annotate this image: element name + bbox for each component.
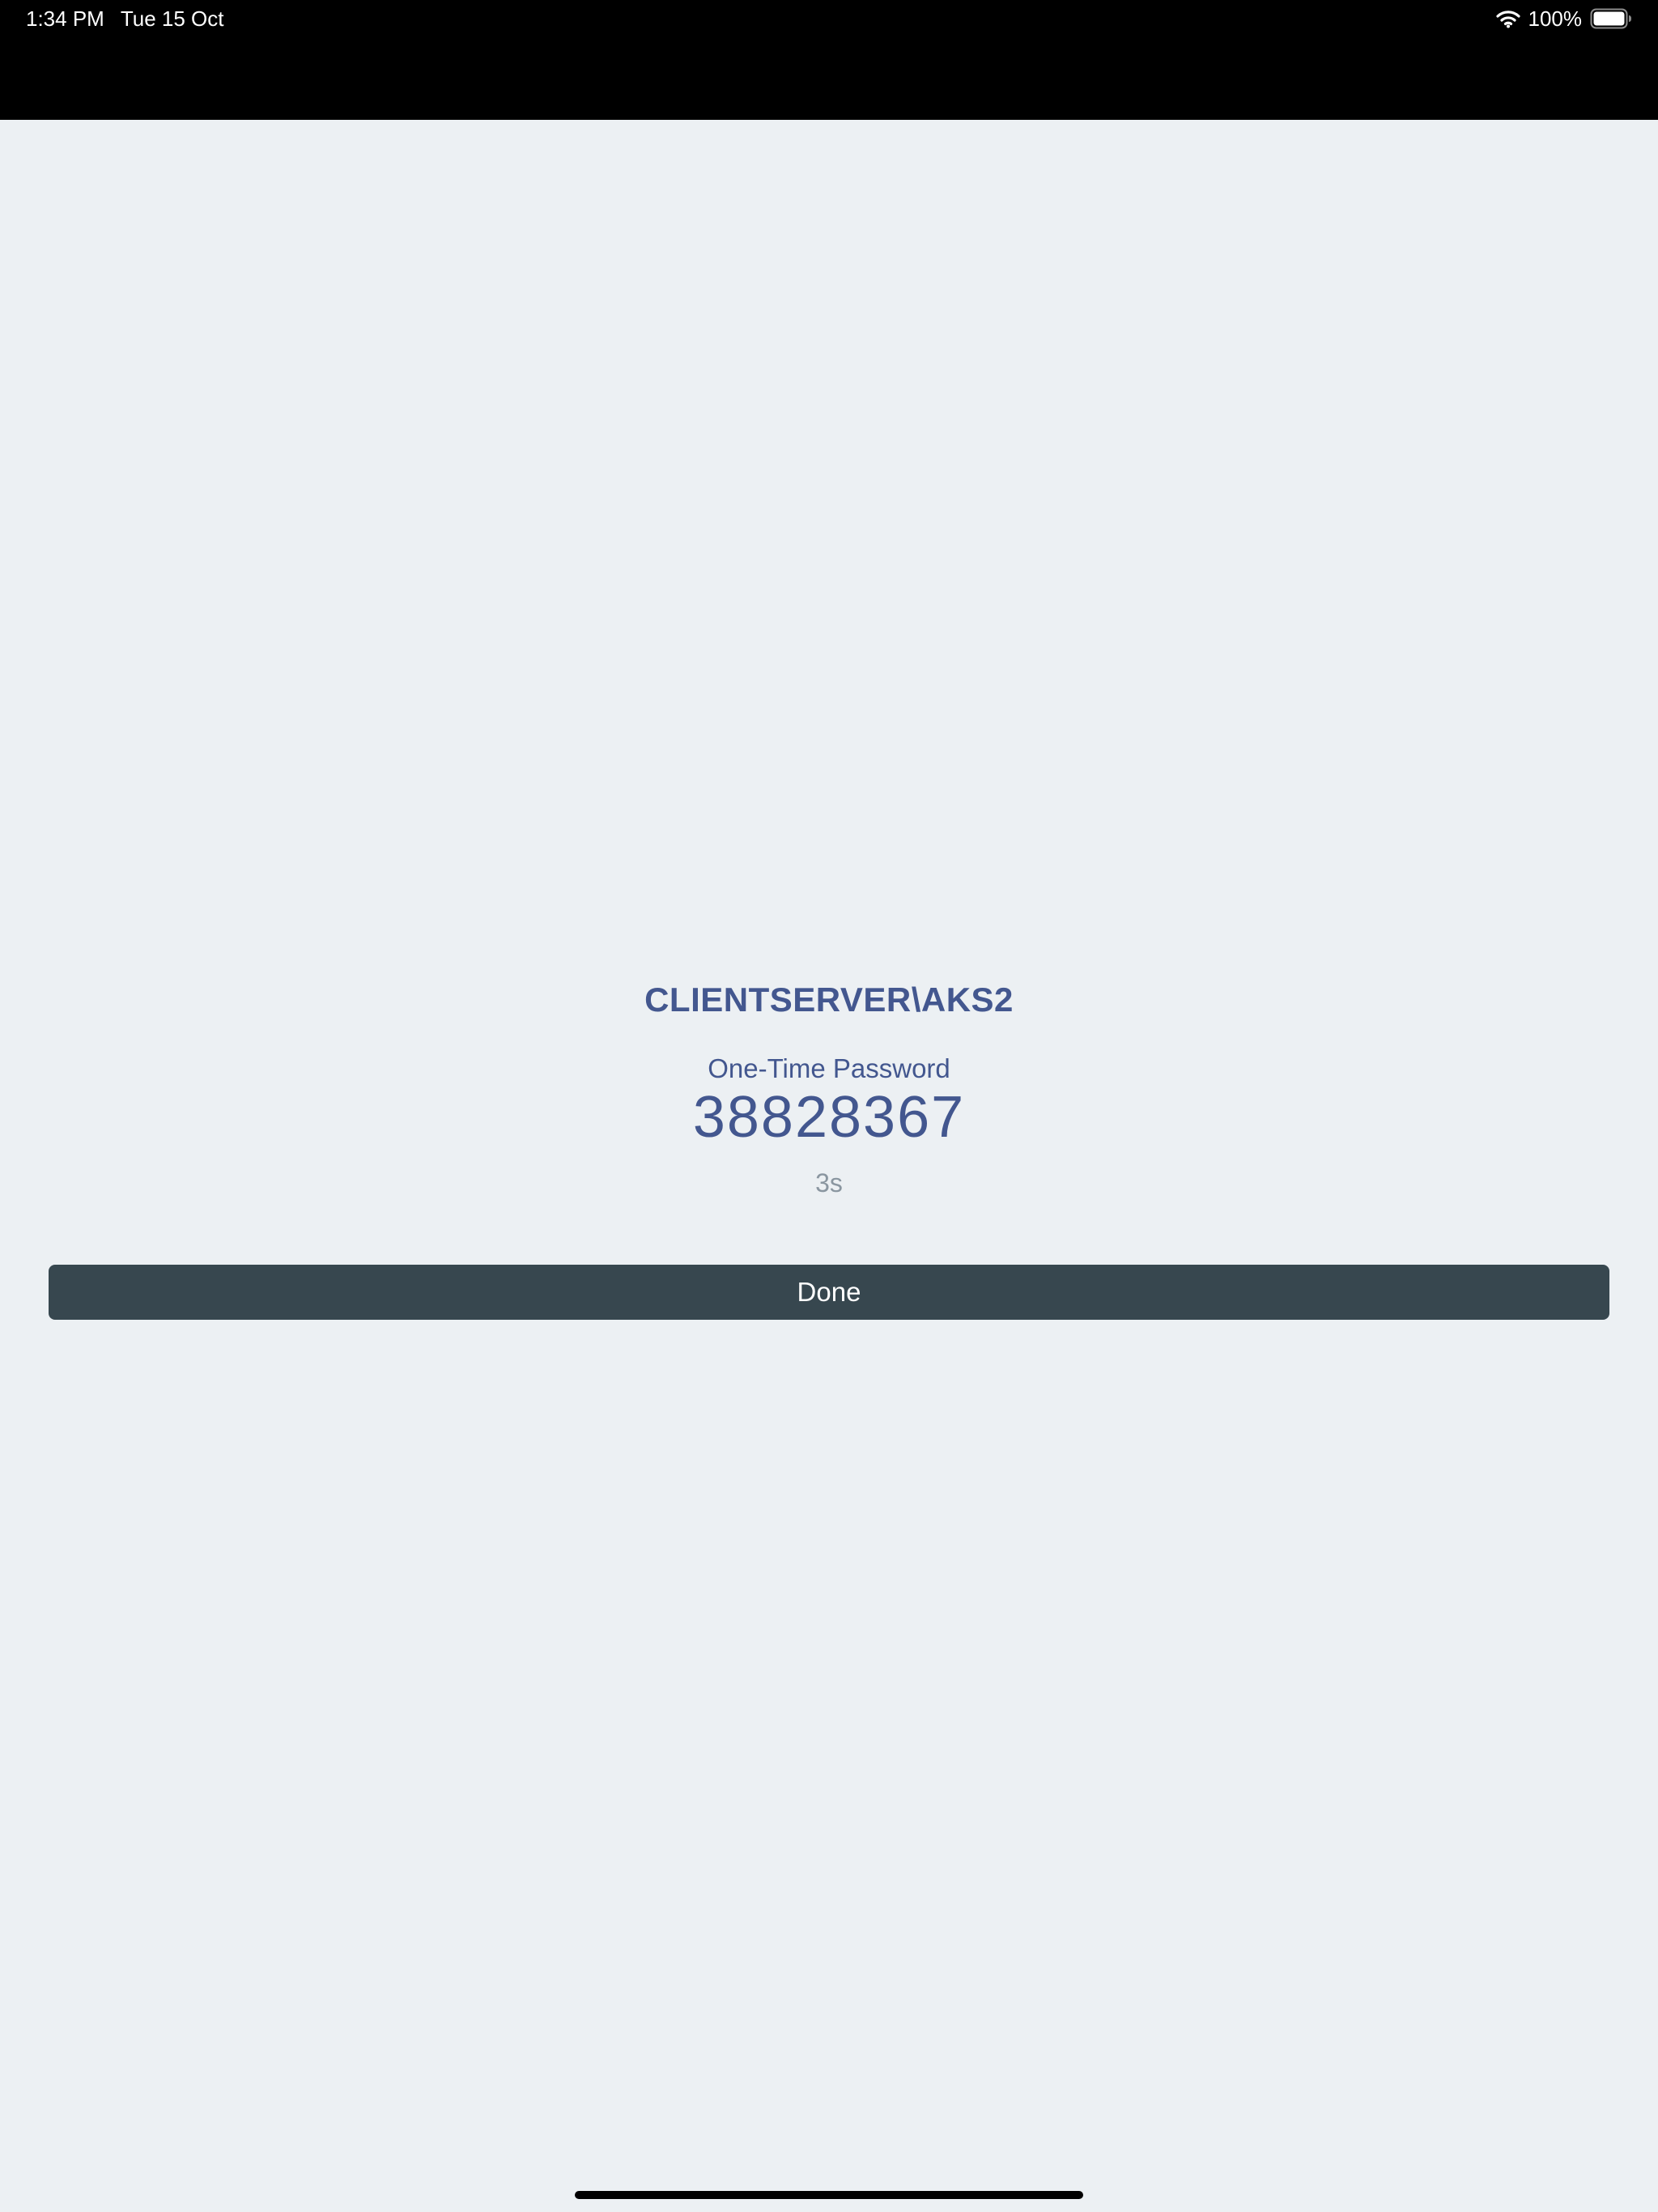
status-time: 1:34 PM bbox=[26, 6, 104, 31]
battery-icon bbox=[1590, 8, 1632, 29]
otp-countdown: 3s bbox=[815, 1168, 843, 1197]
done-button[interactable]: Done bbox=[49, 1265, 1609, 1320]
wifi-icon bbox=[1495, 9, 1520, 28]
status-date: Tue 15 Oct bbox=[120, 6, 224, 31]
otp-label: One-Time Password bbox=[708, 1053, 950, 1083]
otp-screen: CLIENTSERVER\AKS2 One-Time Password 3882… bbox=[0, 120, 1658, 2212]
home-indicator[interactable] bbox=[575, 2191, 1083, 2199]
account-name: CLIENTSERVER\AKS2 bbox=[644, 981, 1014, 1019]
battery-percent: 100% bbox=[1528, 6, 1583, 31]
status-time-date: 1:34 PM Tue 15 Oct bbox=[26, 6, 223, 31]
otp-code: 38828367 bbox=[692, 1085, 966, 1150]
status-bar: 1:34 PM Tue 15 Oct 100% bbox=[0, 0, 1658, 120]
status-indicators: 100% bbox=[1495, 6, 1633, 31]
